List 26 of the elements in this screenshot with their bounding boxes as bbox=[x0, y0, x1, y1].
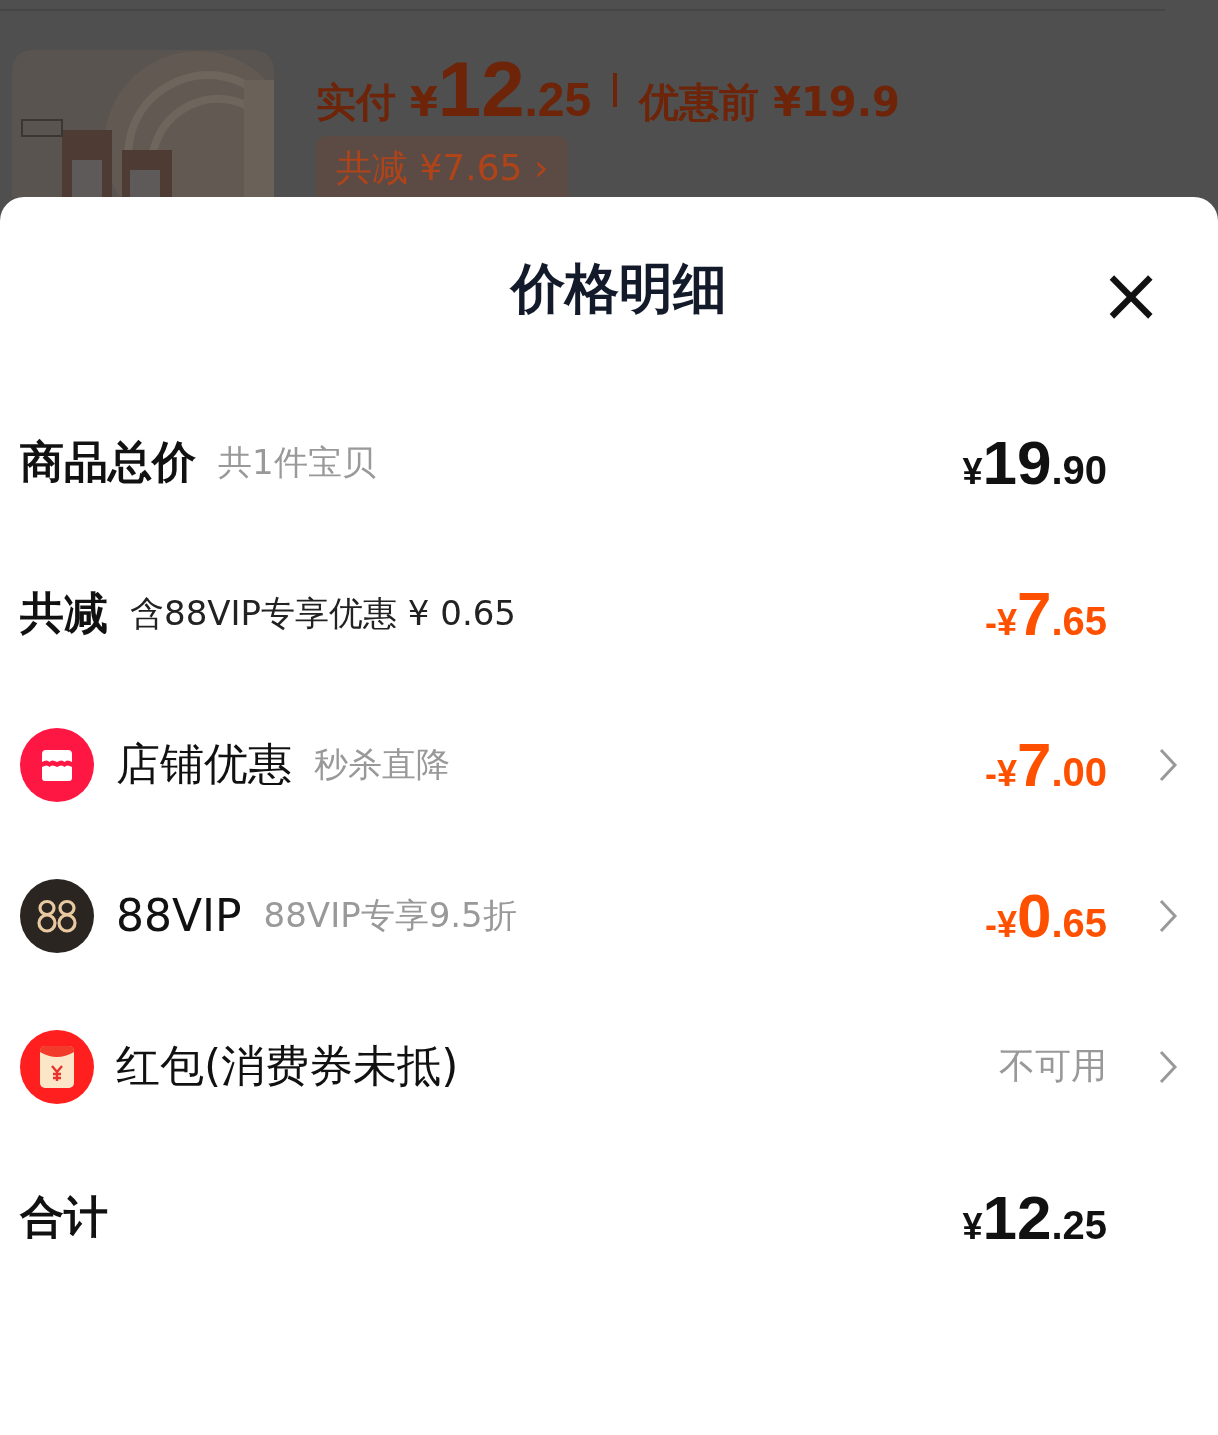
chevron-right-icon[interactable] bbox=[1157, 897, 1178, 934]
amount-text: -¥0.65 bbox=[984, 884, 1107, 947]
sheet-title: 价格明细 bbox=[511, 256, 727, 322]
original-price: 优惠前 ¥19.9 bbox=[639, 78, 900, 127]
row-label: 商品总价 bbox=[20, 435, 196, 489]
amount-text: -¥7.00 bbox=[984, 733, 1107, 796]
chevron-right-icon[interactable] bbox=[1157, 746, 1178, 783]
chevron-right-icon[interactable] bbox=[1157, 1048, 1178, 1085]
vip-badge-icon bbox=[20, 878, 94, 953]
row-label: 共减 bbox=[20, 586, 108, 640]
paid-price: 实付 ¥12.25 bbox=[316, 50, 592, 130]
row-label: 红包(消费券未抵) bbox=[116, 1039, 459, 1093]
row-label: 88VIP bbox=[116, 890, 242, 941]
amount-text: 不可用 bbox=[999, 1044, 1107, 1088]
close-button[interactable]: × bbox=[1099, 257, 1163, 333]
row-note: 88VIP专享9.5折 bbox=[263, 893, 517, 937]
amount-text: ¥19.90 bbox=[962, 431, 1107, 494]
shop-icon bbox=[20, 727, 94, 802]
envelope-icon bbox=[20, 1029, 94, 1104]
amount-text: -¥7.65 bbox=[984, 582, 1107, 645]
row-label: 店铺优惠 bbox=[116, 737, 292, 791]
row-note: 秒杀直降 bbox=[314, 742, 450, 786]
row-note: 含88VIP专享优惠 ¥ 0.65 bbox=[130, 591, 516, 635]
row-label: 合计 bbox=[20, 1190, 108, 1244]
row-note: 共1件宝贝 bbox=[218, 440, 376, 484]
amount-text: ¥12.25 bbox=[962, 1186, 1107, 1249]
